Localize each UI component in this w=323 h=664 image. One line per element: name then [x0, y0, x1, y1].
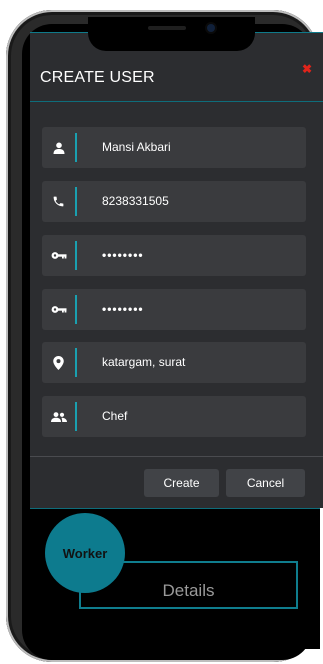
- role-field[interactable]: Chef: [42, 396, 306, 437]
- confirm-password-value: ••••••••: [102, 302, 144, 316]
- password-value: ••••••••: [102, 248, 144, 262]
- group-icon: [42, 396, 75, 437]
- password-field[interactable]: ••••••••: [42, 235, 306, 276]
- key-icon: [42, 289, 75, 330]
- address-value: katargam, surat: [102, 355, 186, 369]
- field-separator: [75, 348, 77, 377]
- field-separator: [75, 133, 77, 162]
- confirm-password-field[interactable]: ••••••••: [42, 289, 306, 330]
- field-separator: [75, 402, 77, 431]
- close-icon[interactable]: ✖: [302, 62, 312, 76]
- phone-value: 8238331505: [102, 194, 169, 208]
- worker-label: Worker: [62, 545, 108, 561]
- name-value: Mansi Akbari: [102, 140, 171, 154]
- modal-title: CREATE USER: [40, 69, 155, 86]
- details-label: Details: [162, 581, 215, 600]
- footer-divider: [30, 456, 323, 457]
- phone-field[interactable]: 8238331505: [42, 181, 306, 222]
- phone-notch: [88, 17, 255, 51]
- field-separator: [75, 187, 77, 216]
- camera-icon: [207, 24, 215, 32]
- address-field[interactable]: katargam, surat: [42, 342, 306, 383]
- location-pin-icon: [42, 342, 75, 383]
- name-field[interactable]: Mansi Akbari: [42, 127, 306, 168]
- speaker-grille: [148, 26, 186, 30]
- role-value: Chef: [102, 409, 128, 423]
- cancel-button[interactable]: Cancel: [226, 469, 305, 497]
- key-icon: [42, 235, 75, 276]
- title-divider: [30, 101, 323, 102]
- field-separator: [75, 241, 77, 270]
- create-button[interactable]: Create: [144, 469, 219, 497]
- person-icon: [42, 127, 75, 168]
- worker-circle[interactable]: Worker: [45, 513, 125, 593]
- field-separator: [75, 295, 77, 324]
- phone-icon: [42, 181, 75, 222]
